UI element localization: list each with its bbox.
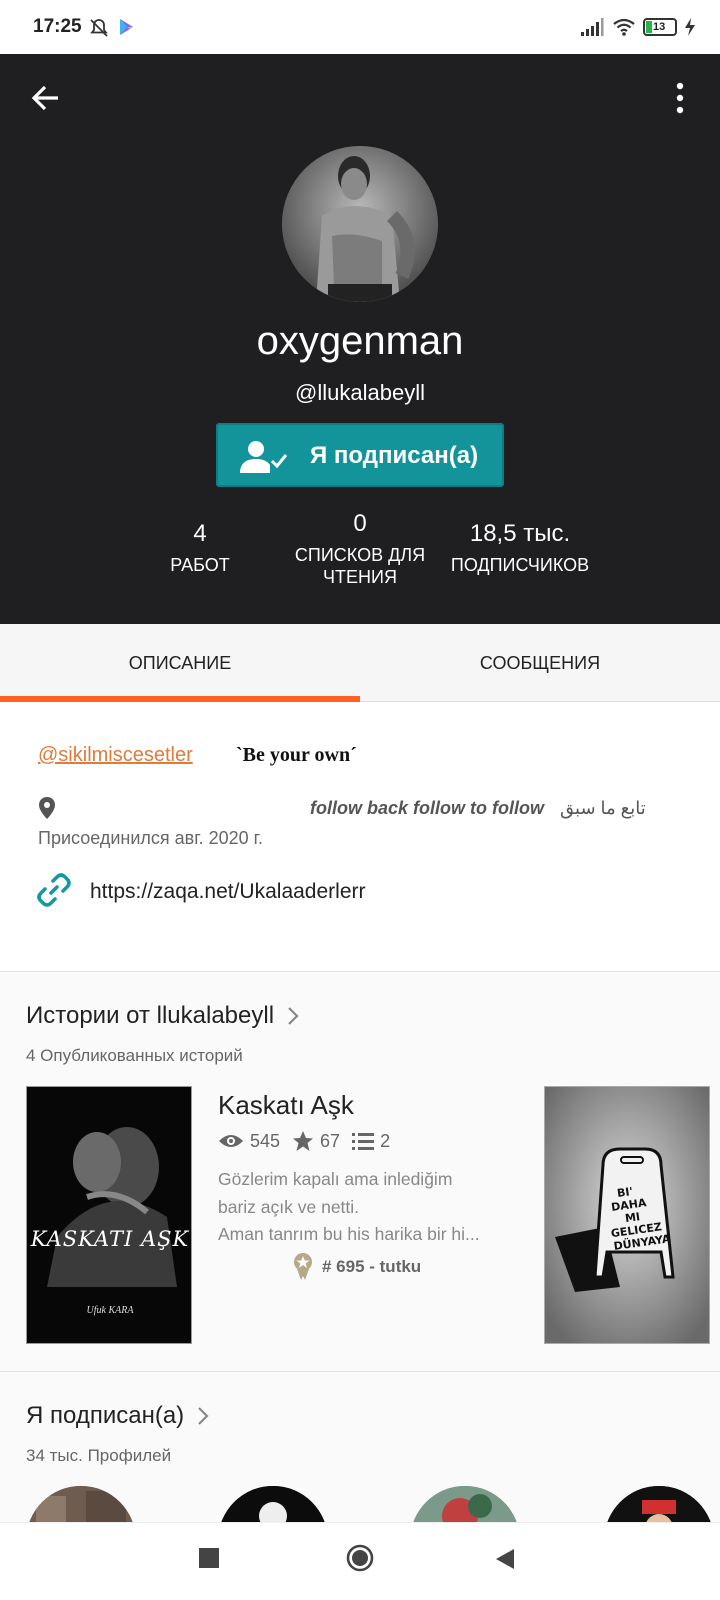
battery-icon: 13 <box>643 18 677 36</box>
stories-title: Истории от llukalabeyll <box>26 1002 275 1029</box>
stat-reading-lists[interactable]: 0 СПИСКОВ ДЛЯ ЧТЕНИЯ <box>280 510 440 588</box>
profile-tabs: ОПИСАНИЕ СООБЩЕНИЯ <box>0 624 720 702</box>
play-store-icon <box>120 19 133 35</box>
system-nav-bar <box>0 1522 720 1600</box>
status-bar: 17:25 13 <box>0 0 720 54</box>
mention-link[interactable]: @sikilmiscesetler <box>38 744 193 767</box>
location-pin-icon <box>39 797 55 819</box>
stories-subtitle: 4 Опубликованных историй <box>26 1046 243 1065</box>
recent-apps-icon[interactable] <box>198 1547 220 1569</box>
story-cover[interactable]: KASKATI AŞK Ufuk KARA <box>26 1086 192 1344</box>
story-description: Gözlerim kapalı ama inlediğim bariz açık… <box>218 1166 518 1249</box>
stat-followers-value: 18,5 тыс. <box>469 520 571 547</box>
following-title: Я подписан(а) <box>26 1402 185 1429</box>
status-time: 17:25 <box>33 16 82 37</box>
chevron-right-icon <box>198 1407 209 1425</box>
story-rank-text: # 695 - tutku <box>322 1257 422 1276</box>
stat-followers-label: ПОДПИСЧИКОВ <box>450 555 590 575</box>
joined-date: Присоединился авг. 2020 г. <box>38 828 263 848</box>
following-header[interactable]: Я подписан(а) <box>26 1402 212 1430</box>
stories-section: Истории от llukalabeyll 4 Опубликованных… <box>0 972 720 1372</box>
tab-about[interactable]: ОПИСАНИЕ <box>0 624 360 702</box>
story-description-line: Gözlerim kapalı ama inlediğim <box>218 1169 453 1189</box>
stat-reading-lists-value: 0 <box>353 510 367 537</box>
story-cover-second-image: BI' DAHA MI GELICEZ DÜNYAYA <box>545 1087 709 1343</box>
following-button-label: Я подписан(а) <box>310 442 479 469</box>
profile-link[interactable]: https://zaqa.net/Ukalaaderlerr <box>90 880 365 904</box>
ranking-badge-icon <box>294 1253 312 1280</box>
charging-icon <box>685 18 695 36</box>
story-rank[interactable]: # 695 - tutku <box>292 1252 421 1282</box>
signal-icon <box>581 18 604 36</box>
story-description-line: bariz açık ve netti. <box>218 1196 360 1217</box>
avatar-image <box>282 146 438 302</box>
story-cover-second[interactable]: BI' DAHA MI GELICEZ DÜNYAYA <box>544 1086 710 1344</box>
list-icon <box>352 1133 375 1150</box>
stat-followers[interactable]: 18,5 тыс. ПОДПИСЧИКОВ <box>440 520 600 576</box>
chevron-right-icon <box>288 1007 299 1025</box>
story-stats: 545 67 2 <box>218 1130 402 1152</box>
stat-works[interactable]: 4 РАБОТ <box>150 520 250 576</box>
story-parts: 2 <box>380 1130 391 1151</box>
following-button[interactable]: Я подписан(а) <box>216 423 504 487</box>
wifi-icon <box>613 18 635 36</box>
following-subtitle: 34 тыс. Профилей <box>26 1446 172 1465</box>
bio-motto: ˋBe your ownˊ <box>236 744 357 766</box>
story-reads: 545 <box>250 1130 281 1151</box>
profile-header: oxygenman @llukalabeyll Я подписан(а) 4 … <box>0 54 720 624</box>
location-text-arabic: تابع ما سبق <box>560 798 646 818</box>
battery-level: 13 <box>653 21 666 33</box>
home-icon[interactable] <box>345 1543 375 1573</box>
story-description-line: Aman tanrım bu his harika bir hi... <box>218 1224 480 1244</box>
profile-avatar[interactable] <box>282 146 438 302</box>
back-arrow-icon[interactable] <box>26 78 66 118</box>
location-text: follow back follow to follow <box>310 798 544 818</box>
cover-title: KASKATI AŞK <box>30 1227 190 1251</box>
story-votes: 67 <box>320 1130 341 1151</box>
more-options-icon[interactable] <box>668 80 692 116</box>
stat-works-label: РАБОТ <box>170 555 230 575</box>
stat-reading-lists-label: СПИСКОВ ДЛЯ ЧТЕНИЯ <box>294 545 426 587</box>
tab-messages[interactable]: СООБЩЕНИЯ <box>360 624 720 702</box>
username: @llukalabeyll <box>295 380 425 405</box>
star-icon <box>293 1131 314 1151</box>
back-nav-icon[interactable] <box>494 1547 516 1571</box>
cover-author: Ufuk KARA <box>86 1305 134 1316</box>
user-check-icon <box>240 441 288 473</box>
following-section: Я подписан(а) 34 тыс. Профилей <box>0 1372 720 1596</box>
about-section: @sikilmiscesetler ˋBe your ownˊ follow b… <box>0 702 720 972</box>
bell-muted-icon <box>90 19 108 37</box>
display-name: oxygenman <box>256 319 464 363</box>
stat-works-value: 4 <box>193 520 207 547</box>
link-icon <box>37 873 71 907</box>
eye-icon <box>219 1135 243 1147</box>
story-title[interactable]: Kaskatı Aşk <box>218 1090 354 1121</box>
stories-header[interactable]: Истории от llukalabeyll <box>26 1002 302 1030</box>
